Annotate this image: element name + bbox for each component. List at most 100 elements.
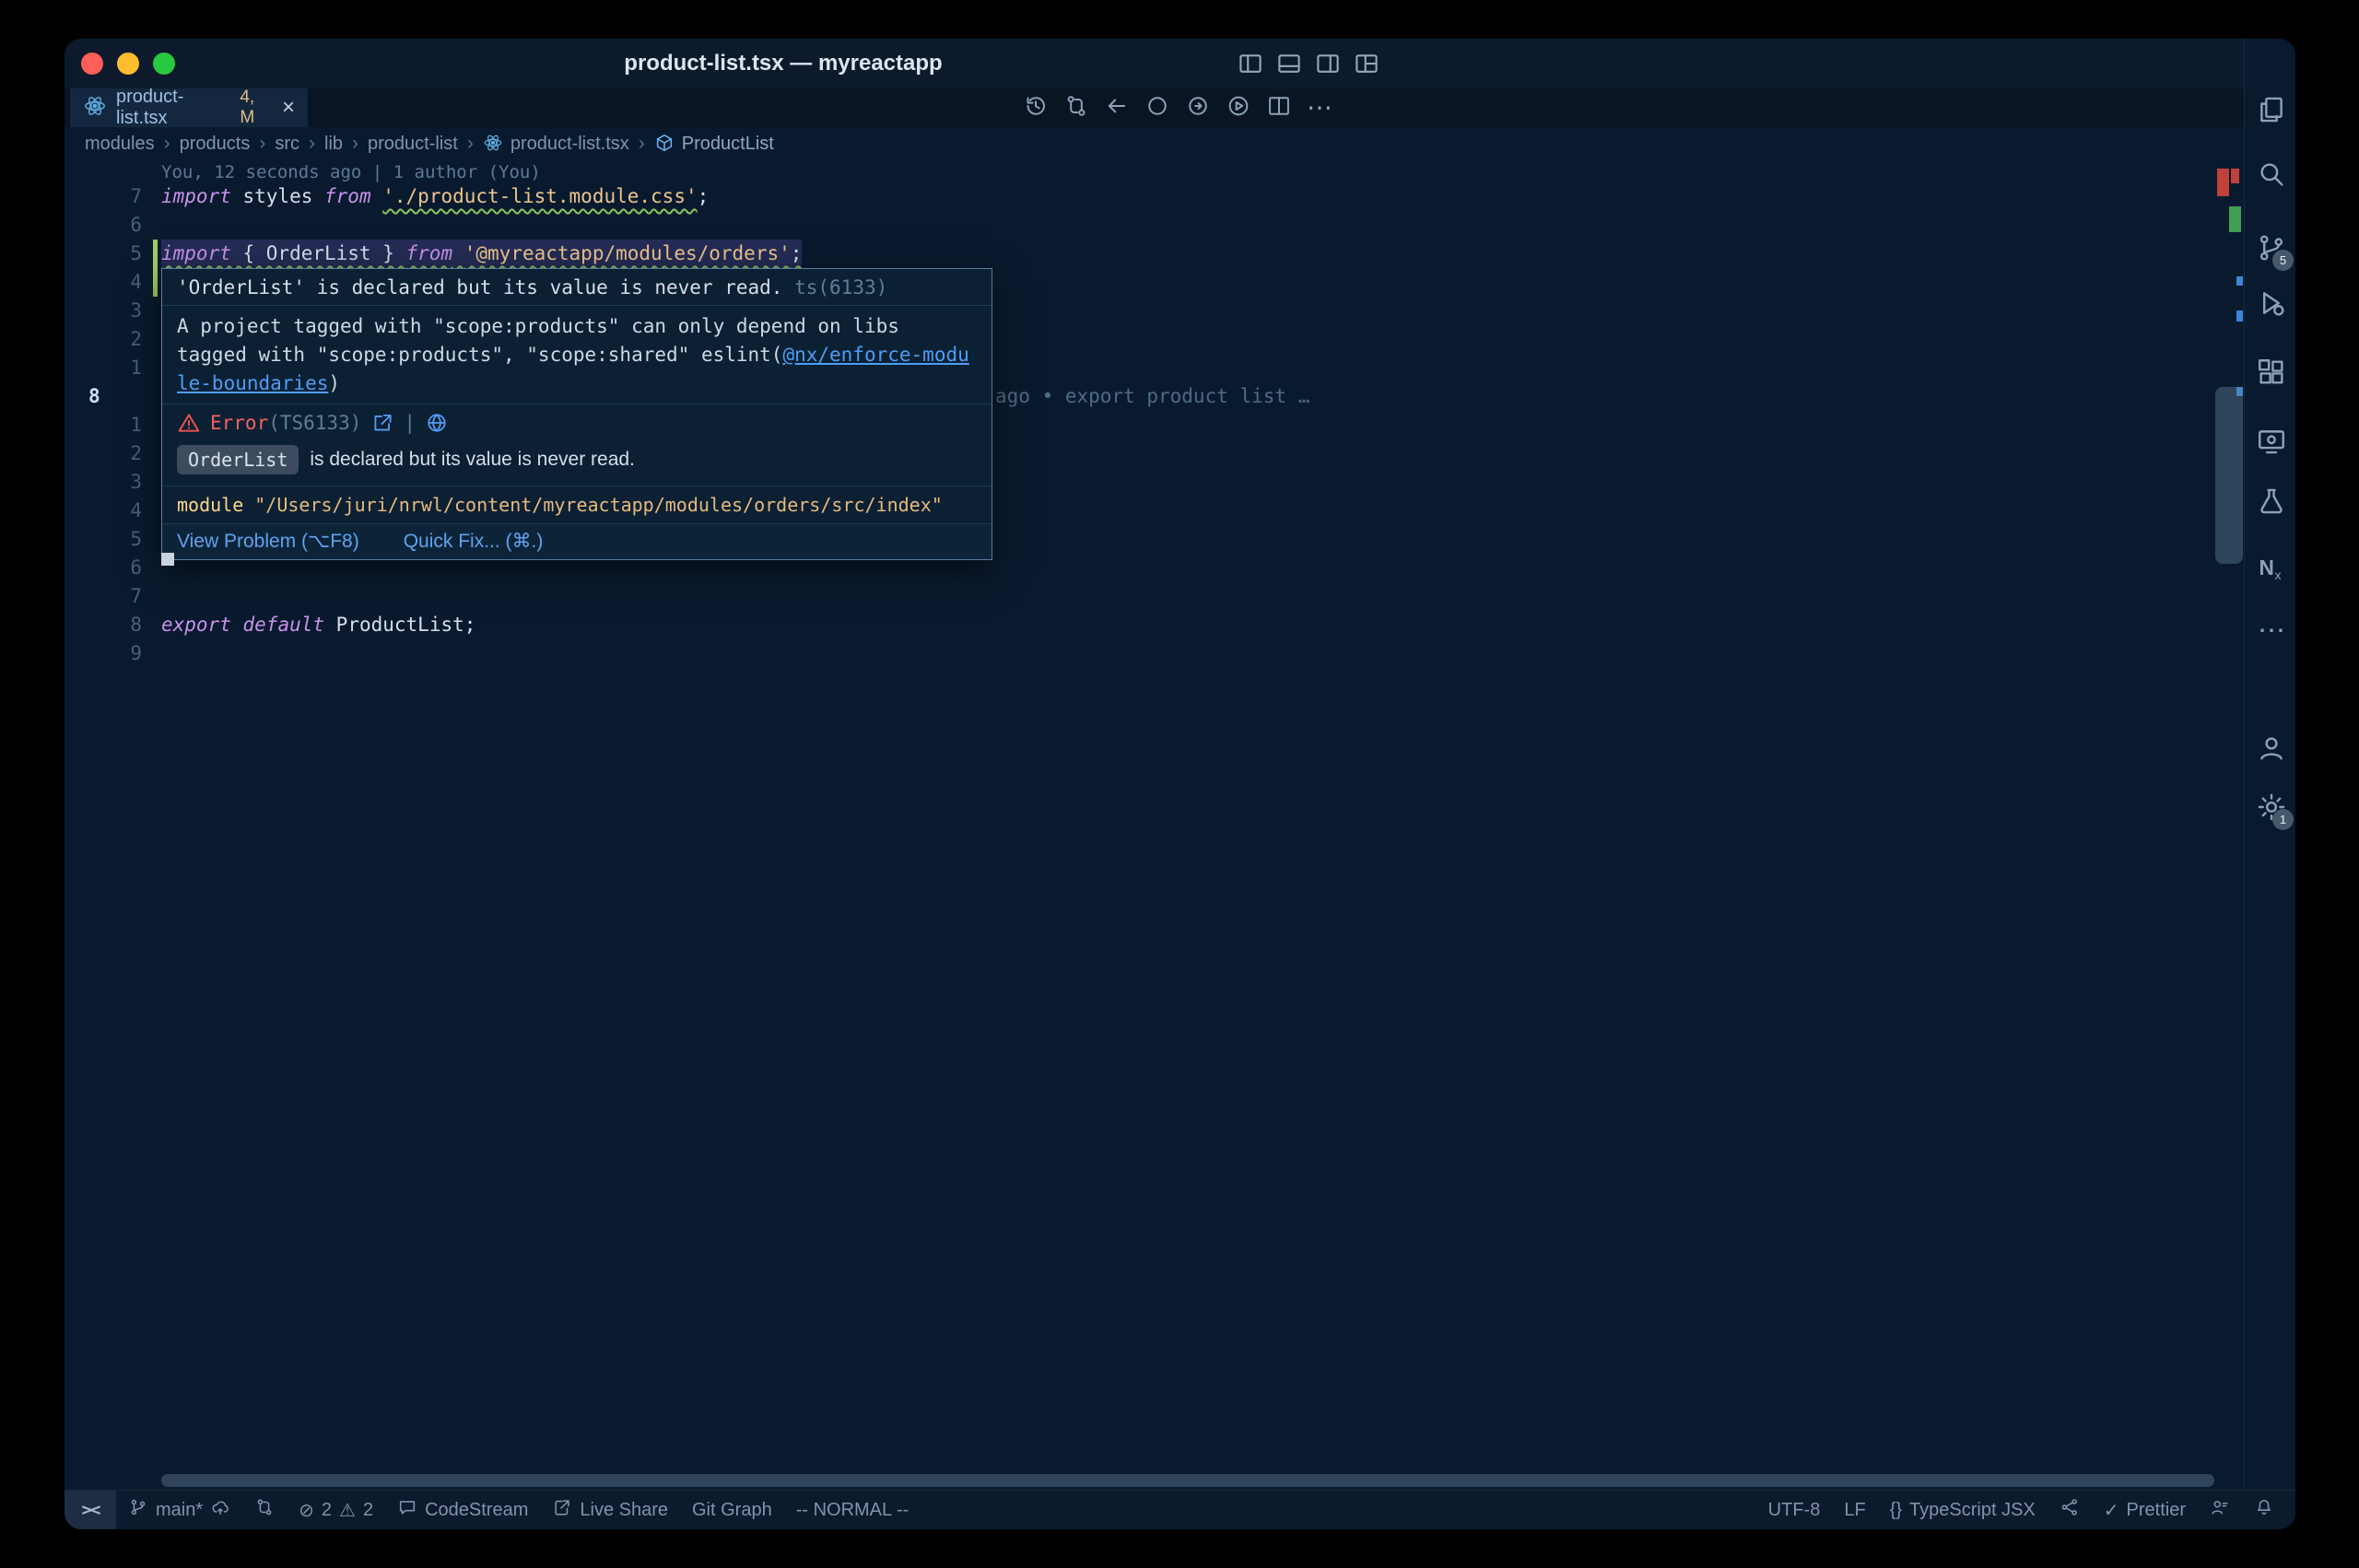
titlebar-layout-controls: [1237, 50, 1380, 82]
hover-resize-grip[interactable]: [161, 553, 174, 566]
overview-ruler-added-mark: [2229, 206, 2241, 232]
problems-item[interactable]: ⊘2⚠2: [287, 1491, 385, 1529]
minimize-window-button[interactable]: [117, 53, 139, 75]
eol-indicator[interactable]: LF: [1832, 1491, 1877, 1529]
status-bar: >< main* ⊘2⚠2 CodeStream Live ShareGit Graph…: [65, 1490, 2295, 1529]
react-icon: [483, 134, 503, 154]
feedback-icon[interactable]: [2198, 1491, 2242, 1529]
line-number[interactable]: 1: [65, 411, 142, 439]
line-number[interactable]: 4: [65, 497, 142, 525]
explorer-icon[interactable]: [2251, 89, 2292, 130]
code-line[interactable]: 7: [65, 582, 2245, 611]
feedback-icon: [2210, 1497, 2230, 1523]
breadcrumb-item[interactable]: lib: [324, 134, 343, 155]
code-line[interactable]: 8export default ProductList;: [65, 611, 2245, 639]
line-number[interactable]: 6: [65, 554, 142, 582]
open-external-icon[interactable]: [370, 411, 394, 435]
breadcrumb-file[interactable]: product-list.tsx: [483, 133, 629, 155]
line-number[interactable]: 7: [65, 582, 142, 611]
run-debug-icon[interactable]: [2251, 283, 2292, 323]
notifications-bell-icon[interactable]: [2242, 1491, 2286, 1529]
prettier-indicator[interactable]: ✓Prettier: [2092, 1491, 2198, 1529]
code-line[interactable]: 7import styles from './product-list.modu…: [65, 182, 2245, 211]
warning-glyph-icon: ⚠: [339, 1499, 356, 1522]
line-number[interactable]: 9: [65, 639, 142, 668]
traffic-lights: [81, 53, 175, 75]
remote-indicator[interactable]: ><: [65, 1491, 116, 1529]
record-icon[interactable]: [1144, 93, 1170, 123]
vertical-scrollbar[interactable]: [2215, 387, 2243, 564]
line-number[interactable]: 1: [65, 354, 142, 382]
line-number[interactable]: 4: [65, 268, 142, 297]
line-number[interactable]: 2: [65, 439, 142, 468]
breadcrumb-separator: ›: [164, 133, 170, 155]
tab-product-list[interactable]: product-list.tsx 4, M ×: [70, 88, 308, 127]
zoom-window-button[interactable]: [153, 53, 175, 75]
editor[interactable]: You, 12 seconds ago | 1 author (You) 7im…: [65, 160, 2245, 1491]
toggle-panel-icon[interactable]: [1275, 50, 1303, 82]
status-bar-right: UTF-8LF{}TypeScript JSX ✓Prettier: [1756, 1491, 2295, 1529]
live-share-item[interactable]: Live Share: [540, 1491, 680, 1529]
line-number[interactable]: 2: [65, 325, 142, 354]
breadcrumb-symbol[interactable]: ProductList: [654, 133, 774, 155]
breadcrumb-item[interactable]: modules: [85, 134, 155, 155]
line-number[interactable]: 3: [65, 468, 142, 497]
status-text: ><: [82, 1500, 100, 1520]
nx-console-icon[interactable]: Nx: [2251, 547, 2292, 588]
close-window-button[interactable]: [81, 53, 103, 75]
breadcrumb-item[interactable]: src: [275, 134, 299, 155]
line-number[interactable]: 6: [65, 211, 142, 240]
view-problem-button[interactable]: View Problem (⌥F8): [177, 530, 359, 553]
accounts-icon[interactable]: [2251, 728, 2292, 768]
line-number[interactable]: 8: [65, 382, 166, 411]
symbol-icon: [654, 134, 675, 154]
code-line[interactable]: 5import { OrderList } from '@myreactapp/…: [65, 240, 2245, 268]
code-line[interactable]: 9: [65, 639, 2245, 668]
gitlens-authors-lens[interactable]: You, 12 seconds ago | 1 author (You): [161, 162, 541, 182]
remote-explorer-icon[interactable]: [2251, 421, 2292, 462]
line-number[interactable]: 7: [65, 182, 142, 211]
git-compare-icon[interactable]: [1063, 93, 1089, 123]
code-line[interactable]: 6: [65, 211, 2245, 240]
settings-icon[interactable]: 1: [2251, 787, 2292, 827]
toggle-secondary-sidebar-icon[interactable]: [1314, 50, 1342, 82]
source-control-icon[interactable]: 5: [2251, 228, 2292, 268]
line-number[interactable]: 8: [65, 611, 142, 639]
breadcrumb-item[interactable]: products: [180, 134, 251, 155]
more-views-icon[interactable]: ⋯: [2251, 610, 2292, 650]
line-number[interactable]: 5: [65, 240, 142, 268]
breadcrumb-item[interactable]: product-list: [368, 134, 458, 155]
vim-mode-indicator[interactable]: -- NORMAL --: [784, 1491, 921, 1529]
error-code-wrap: Error(TS6133): [210, 412, 361, 434]
git-compare-status-icon[interactable]: [242, 1491, 287, 1529]
encoding-indicator[interactable]: UTF-8: [1756, 1491, 1833, 1529]
quick-fix-button[interactable]: Quick Fix... (⌘.): [404, 530, 544, 553]
activity-badge: 1: [2272, 809, 2294, 830]
live-share-icon: [552, 1497, 572, 1523]
horizontal-scrollbar[interactable]: [161, 1474, 2214, 1487]
status-text: CodeStream: [425, 1500, 528, 1521]
navigate-back-icon[interactable]: [1104, 93, 1130, 123]
gitlens-inline-blame: ago • export product list …: [995, 382, 1309, 411]
git-compare-icon: [254, 1497, 275, 1523]
continue-icon[interactable]: [1185, 93, 1211, 123]
codestream-item[interactable]: CodeStream: [385, 1491, 540, 1529]
git-graph-item[interactable]: Git Graph: [680, 1491, 784, 1529]
search-icon[interactable]: [2251, 154, 2292, 194]
globe-icon[interactable]: [425, 411, 449, 435]
extensions-icon[interactable]: [2251, 352, 2292, 392]
line-number[interactable]: 5: [65, 525, 142, 554]
history-icon[interactable]: [1023, 93, 1049, 123]
customize-layout-icon[interactable]: [1353, 50, 1380, 82]
toggle-primary-sidebar-icon[interactable]: [1237, 50, 1264, 82]
run-code-icon[interactable]: [1226, 93, 1251, 123]
line-number[interactable]: 3: [65, 297, 142, 325]
more-actions-icon[interactable]: ⋯: [1307, 95, 1332, 121]
testing-icon[interactable]: [2251, 481, 2292, 521]
git-branch-item[interactable]: main*: [116, 1491, 242, 1529]
branch-icon: [128, 1497, 148, 1523]
close-tab-icon[interactable]: ×: [282, 95, 295, 121]
share-nodes-icon[interactable]: [2048, 1491, 2092, 1529]
language-mode-indicator[interactable]: {}TypeScript JSX: [1878, 1491, 2048, 1529]
split-editor-icon[interactable]: [1266, 93, 1292, 123]
